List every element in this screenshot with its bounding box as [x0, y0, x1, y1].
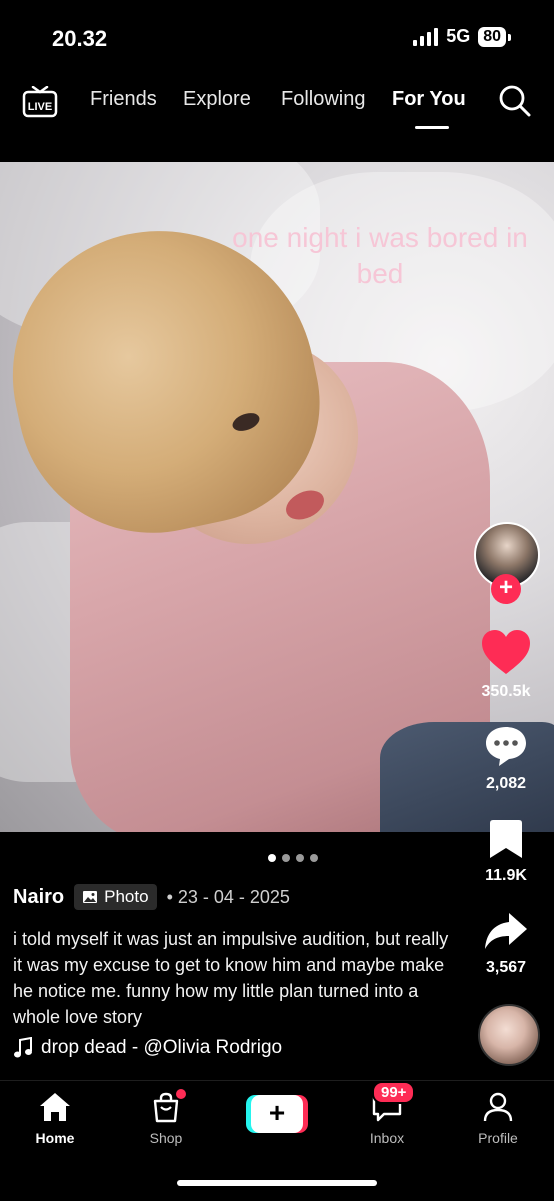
like-count: 350.5k: [481, 683, 531, 700]
plus-icon: +: [251, 1095, 303, 1133]
sound-disc-avatar[interactable]: [478, 1004, 540, 1066]
carousel-dot: [282, 854, 290, 862]
nav-inbox[interactable]: 99+ Inbox: [342, 1081, 432, 1146]
top-nav: LIVE Friends Explore Following For You: [0, 70, 554, 142]
follow-button[interactable]: +: [491, 574, 521, 604]
status-time: 20.32: [52, 26, 108, 51]
tab-for-you[interactable]: For You: [392, 88, 466, 111]
image-icon: [83, 891, 98, 903]
carousel-dot: [310, 854, 318, 862]
tab-following[interactable]: Following: [281, 88, 365, 111]
nav-home-label: Home: [35, 1130, 75, 1146]
battery-icon: 80: [478, 26, 511, 47]
post-description[interactable]: i told myself it was just an impulsive a…: [13, 926, 453, 1030]
bookmark-count: 11.9K: [485, 867, 527, 884]
nav-shop-label: Shop: [149, 1130, 183, 1146]
share-icon: [485, 913, 527, 949]
carousel-dots: [268, 854, 318, 862]
comment-count: 2,082: [485, 775, 527, 792]
nav-profile[interactable]: Profile: [453, 1091, 543, 1146]
bookmark-icon: [490, 820, 522, 858]
status-bar: 20.32 5G 80: [0, 0, 554, 70]
post-date: • 23 - 04 - 2025: [166, 886, 290, 907]
live-icon[interactable]: LIVE: [22, 85, 58, 118]
signal-icon: [413, 27, 439, 46]
search-icon[interactable]: [498, 84, 532, 123]
music-note-icon: [14, 1037, 32, 1058]
photo-badge-label: Photo: [104, 887, 149, 906]
like-button[interactable]: 350.5k: [464, 628, 548, 701]
comment-button[interactable]: 2,082: [464, 724, 548, 793]
share-button[interactable]: 3,567: [464, 910, 548, 977]
svg-text:LIVE: LIVE: [28, 101, 52, 113]
photo-overlay-text: one night i was bored in bed: [232, 222, 528, 289]
post-meta: Nairo Photo • 23 - 04 - 2025: [13, 884, 290, 910]
home-icon: [40, 1093, 70, 1121]
active-tab-indicator: [415, 126, 449, 129]
profile-icon: [483, 1092, 513, 1122]
inbox-badge: 99+: [372, 1081, 416, 1104]
tab-friends[interactable]: Friends: [90, 88, 157, 111]
share-count: 3,567: [485, 959, 527, 976]
tab-explore[interactable]: Explore: [183, 88, 251, 111]
sound-link[interactable]: drop dead - @Olivia Rodrigo: [13, 1037, 282, 1059]
carousel-dot-active: [268, 854, 276, 862]
bookmark-button[interactable]: 11.9K: [464, 818, 548, 885]
network-type: 5G: [446, 26, 471, 46]
nav-home[interactable]: Home: [10, 1091, 100, 1146]
nav-profile-label: Profile: [478, 1130, 518, 1146]
nav-inbox-label: Inbox: [369, 1130, 405, 1146]
shop-notification-dot: [176, 1089, 186, 1099]
author-name[interactable]: Nairo: [13, 886, 64, 909]
comment-icon: [486, 727, 526, 766]
create-button[interactable]: +: [246, 1095, 308, 1133]
nav-shop[interactable]: Shop: [121, 1089, 211, 1146]
heart-icon: [482, 630, 530, 674]
sound-title: drop dead - @Olivia Rodrigo: [41, 1037, 283, 1058]
home-indicator[interactable]: [177, 1180, 377, 1186]
status-indicators: 5G 80: [413, 26, 511, 47]
carousel-dot: [296, 854, 304, 862]
photo-badge: Photo: [74, 884, 157, 910]
